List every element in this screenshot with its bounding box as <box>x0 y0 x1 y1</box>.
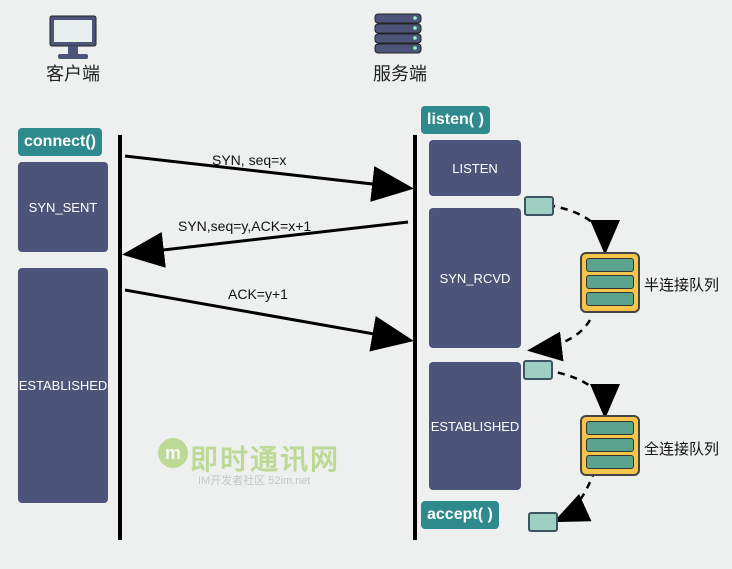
listen-func: listen( ) <box>421 106 490 134</box>
connect-func: connect() <box>18 128 102 156</box>
state-server-established: ESTABLISHED <box>429 362 521 490</box>
full-queue-label: 全连接队列 <box>644 438 719 459</box>
accept-token <box>528 512 558 532</box>
full-queue-token <box>523 360 553 380</box>
watermark-sub: IM开发者社区 52im.net <box>198 472 310 488</box>
msg-syn: SYN, seq=x <box>212 152 286 168</box>
state-syn-sent: SYN_SENT <box>18 162 108 252</box>
msg-ack: ACK=y+1 <box>228 286 288 302</box>
state-syn-rcvd: SYN_RCVD <box>429 208 521 348</box>
half-open-queue <box>580 252 640 313</box>
msg-synack: SYN,seq=y,ACK=x+1 <box>178 218 311 234</box>
watermark-logo-icon: m <box>158 438 188 468</box>
state-client-established: ESTABLISHED <box>18 268 108 503</box>
state-listen: LISTEN <box>429 140 521 196</box>
tcp-handshake-diagram: { "headers":{"client":"客户端","server":"服务… <box>0 0 732 569</box>
half-queue-label: 半连接队列 <box>644 274 719 295</box>
full-conn-queue <box>580 415 640 476</box>
accept-func: accept( ) <box>421 501 499 529</box>
half-queue-token <box>524 196 554 216</box>
client-header: 客户端 <box>38 60 108 86</box>
server-header: 服务端 <box>365 60 435 86</box>
